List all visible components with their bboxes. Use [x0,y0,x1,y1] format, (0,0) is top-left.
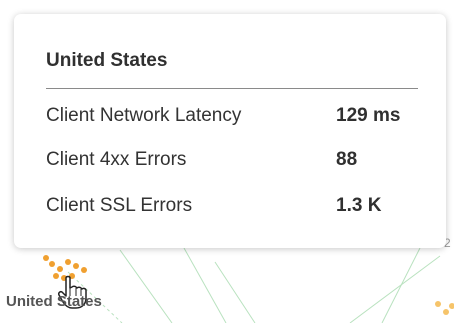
metric-row-ssl-errors: Client SSL Errors 1.3 K [46,195,418,219]
edge-cluster-marker[interactable] [435,301,454,315]
metric-row-latency: Client Network Latency 129 ms [46,105,418,129]
metric-value: 129 ms [336,105,401,126]
tooltip-divider [46,88,418,89]
map-region-label: United States [6,293,102,310]
metric-label: Client Network Latency [46,105,242,126]
us-cluster-marker[interactable] [43,255,87,281]
metric-value: 88 [336,149,358,170]
tooltip-title: United States [46,50,168,71]
metric-row-4xx-errors: Client 4xx Errors 88 [46,149,418,173]
region-tooltip: United States Client Network Latency 129… [14,14,446,248]
connection-lines [67,247,441,323]
metric-value: 1.3 K [336,195,382,216]
metric-label: Client 4xx Errors [46,149,187,170]
metric-label: Client SSL Errors [46,195,193,216]
